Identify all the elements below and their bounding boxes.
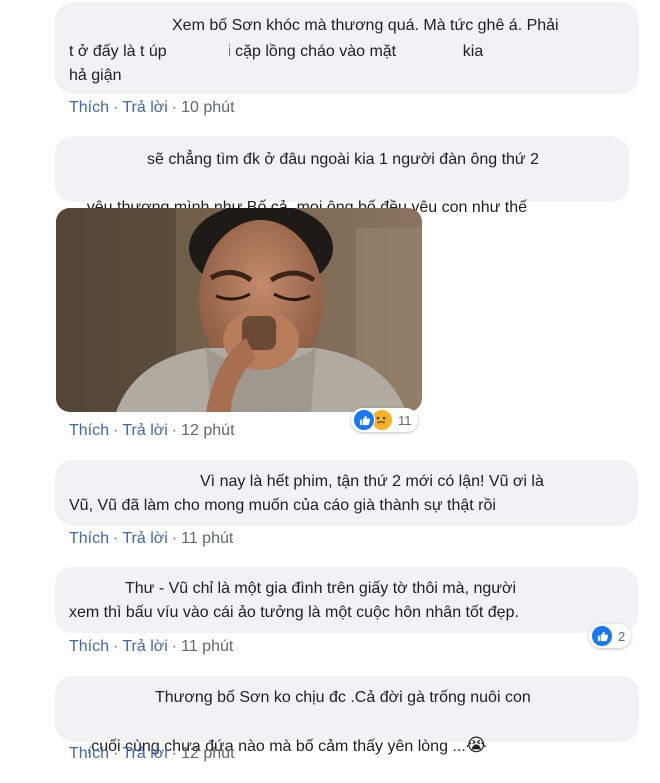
redacted-name <box>189 42 229 64</box>
reply-link[interactable]: Trả lời <box>122 422 167 439</box>
comment-actions: Thích · Trả lời · 10 phút <box>69 99 235 116</box>
comment-bubble: Xem bố Sơn khóc mà thương quá. Mà tức gh… <box>55 2 639 94</box>
comment-line: Vũ, Vũ đã làm cho mong muốn của cáo già … <box>69 497 496 514</box>
comment-bubble: Vì nay là hết phim, tận thứ 2 mới có lận… <box>55 460 638 526</box>
timestamp[interactable]: 10 phút <box>181 99 234 116</box>
like-link[interactable]: Thích <box>69 638 109 655</box>
like-icon <box>591 625 613 647</box>
comment-line: Xem bố Sơn khóc mà thương quá. Mà tức gh… <box>172 17 559 34</box>
comment-bubble: Thương bố Sơn ko chịu đc .Cả đời gà trốn… <box>55 676 639 756</box>
comment-line: Vì nay là hết phim, tận thứ 2 mới có lận… <box>200 473 544 490</box>
comment-bubble: Thư - Vũ chỉ là một gia đình trên giấy t… <box>55 567 638 633</box>
crying-face-icon: 😭 <box>465 735 487 756</box>
like-link[interactable]: Thích <box>69 422 109 439</box>
timestamp[interactable]: 11 phút <box>181 638 233 655</box>
reply-link[interactable]: Trả lời <box>122 99 167 116</box>
timestamp[interactable]: 12 phút <box>181 422 234 439</box>
reaction-count: 11 <box>398 412 412 428</box>
comment-bubble: sẽ chẳng tìm đk ở đâu ngoài kia 1 người … <box>55 136 629 242</box>
redacted-name <box>483 42 567 64</box>
comment-photo[interactable] <box>56 208 422 412</box>
like-icon <box>353 409 375 431</box>
timestamp[interactable]: 11 phút <box>181 530 233 547</box>
reply-link[interactable]: Trả lời <box>122 638 167 655</box>
reaction-summary[interactable]: 2 <box>589 624 632 648</box>
comment-line: Thư - Vũ chỉ là một gia đình trên giấy t… <box>125 580 517 597</box>
reaction-count: 2 <box>618 628 626 644</box>
comment-actions: Thích · Trả lời · 12 phút <box>69 422 235 439</box>
like-link[interactable]: Thích <box>69 99 109 116</box>
comment-actions: Thích · Trả lời · 11 phút <box>69 530 234 547</box>
comment-line: xem thì bấu víu vào cái ảo tưởng là một … <box>69 604 519 621</box>
comment-actions: Thích · Trả lời · 12 phút <box>69 745 235 762</box>
crying-man-image <box>56 208 422 412</box>
comment-line: Thương bố Sơn ko chịu đc .Cả đời gà trốn… <box>155 689 531 706</box>
reaction-summary[interactable]: 11 <box>351 408 418 432</box>
comment-actions: Thích · Trả lời · 11 phút <box>69 638 234 655</box>
reply-link[interactable]: Trả lời <box>122 530 167 547</box>
like-link[interactable]: Thích <box>69 530 109 547</box>
comment-line: sẽ chẳng tìm đk ở đâu ngoài kia 1 người … <box>147 151 539 168</box>
comment-line: hả giận <box>69 67 122 84</box>
